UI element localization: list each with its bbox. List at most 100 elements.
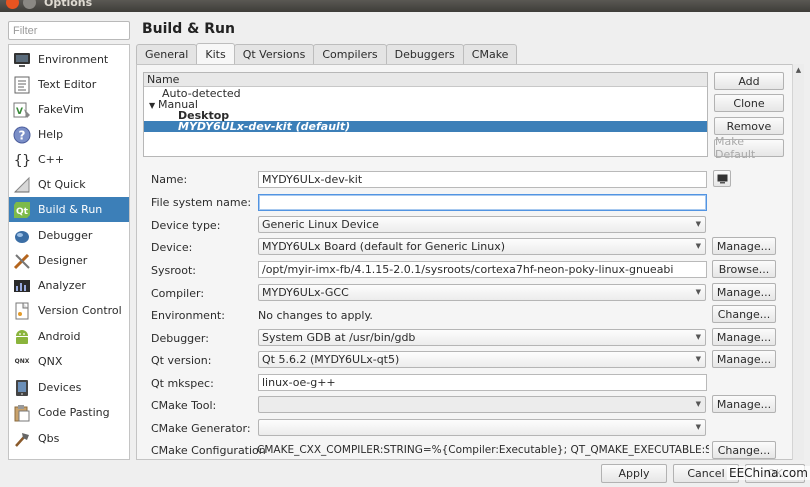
- qt-version-manage-button[interactable]: Manage...: [712, 350, 776, 368]
- sidebar-item-debugger[interactable]: Debugger: [9, 223, 129, 248]
- compiler-label: Compiler:: [151, 287, 205, 300]
- name-input[interactable]: MYDY6ULx-dev-kit: [258, 171, 707, 188]
- sidebar-item-label: Android: [38, 330, 81, 343]
- cmake-tool-manage-button[interactable]: Manage...: [712, 395, 776, 413]
- sidebar-item-label: Qbs: [38, 432, 60, 445]
- android-icon: [12, 327, 32, 347]
- cmake-generator-label: CMake Generator:: [151, 422, 251, 435]
- scroll-up-arrow-icon[interactable]: ▲: [793, 64, 804, 76]
- tree-row-mydy6ulx-kit[interactable]: MYDY6ULx-dev-kit (default): [144, 121, 707, 132]
- watermark-text: EEChina.com: [727, 466, 810, 480]
- options-tabs: General Kits Qt Versions Compilers Debug…: [136, 43, 518, 64]
- tab-general[interactable]: General: [136, 44, 198, 64]
- sidebar-item-android[interactable]: Android: [9, 324, 129, 349]
- device-manage-button[interactable]: Manage...: [712, 237, 776, 255]
- remove-kit-button[interactable]: Remove: [714, 117, 784, 135]
- cmake-generator-select[interactable]: ▼: [258, 419, 706, 436]
- page-title: Build & Run: [142, 21, 235, 37]
- window-minimize-button[interactable]: [23, 0, 36, 9]
- svg-text:{}: {}: [14, 153, 31, 169]
- sidebar-item-help[interactable]: ? Help: [9, 122, 129, 147]
- sidebar-item-label: Qt Quick: [38, 178, 86, 191]
- svg-text:Qt: Qt: [16, 207, 29, 217]
- clone-kit-button[interactable]: Clone: [714, 94, 784, 112]
- chevron-down-icon: ▼: [695, 355, 701, 363]
- sidebar-item-cpp[interactable]: {} C++: [9, 147, 129, 172]
- window-close-button[interactable]: [6, 0, 19, 9]
- tree-header-name[interactable]: Name: [144, 73, 707, 87]
- window-title: Options: [44, 0, 93, 9]
- tree-row-label: MYDY6ULx-dev-kit (default): [178, 120, 351, 133]
- sidebar-item-fakevim[interactable]: V FakeVim: [9, 97, 129, 122]
- version-control-icon: [12, 301, 32, 321]
- sidebar-item-environment[interactable]: Environment: [9, 47, 129, 72]
- kits-tree[interactable]: Name Auto-detected ▼ Manual Desktop MYDY6…: [143, 72, 708, 157]
- tab-qt-versions[interactable]: Qt Versions: [233, 44, 315, 64]
- sidebar-item-label: Devices: [38, 381, 82, 394]
- debugger-icon: [12, 226, 32, 246]
- cmake-config-label: CMake Configuration: [151, 444, 266, 457]
- svg-text:?: ?: [19, 128, 26, 142]
- sidebar-item-version-control[interactable]: Version Control: [9, 298, 129, 323]
- fakevim-icon: V: [12, 100, 32, 120]
- qt-version-select[interactable]: Qt 5.6.2 (MYDY6ULx-qt5) ▼: [258, 351, 706, 368]
- sidebar-item-label: FakeVim: [38, 103, 84, 116]
- text-editor-icon: [12, 75, 32, 95]
- sidebar-item-qbs[interactable]: Qbs: [9, 426, 129, 451]
- sidebar-item-label: Version Control: [38, 304, 122, 317]
- sidebar-item-build-run[interactable]: Qt Build & Run: [9, 197, 129, 222]
- sysroot-label: Sysroot:: [151, 264, 196, 277]
- filter-input[interactable]: [8, 21, 130, 40]
- fs-name-input[interactable]: [258, 194, 707, 211]
- make-default-button[interactable]: Make Default: [714, 135, 784, 161]
- monitor-icon: [12, 50, 32, 70]
- device-select[interactable]: MYDY6ULx Board (default for Generic Linu…: [258, 238, 706, 255]
- chevron-down-icon: ▼: [695, 288, 701, 296]
- sidebar-item-text-editor[interactable]: Text Editor: [9, 72, 129, 97]
- cmake-config-value: CMAKE_CXX_COMPILER:STRING=%{Compiler:Exe…: [257, 444, 709, 456]
- qt-mkspec-label: Qt mkspec:: [151, 377, 214, 390]
- sidebar-item-label: Analyzer: [38, 279, 86, 292]
- qt-version-label: Qt version:: [151, 354, 212, 367]
- name-label: Name:: [151, 173, 188, 186]
- tab-kits[interactable]: Kits: [196, 43, 235, 64]
- tab-debuggers[interactable]: Debuggers: [385, 44, 464, 64]
- add-kit-button[interactable]: Add: [714, 72, 784, 90]
- cmake-tool-select[interactable]: ▼: [258, 396, 706, 413]
- qnx-icon: QNX: [14, 358, 30, 365]
- chevron-down-icon: ▼: [695, 333, 701, 341]
- sidebar-item-analyzer[interactable]: Analyzer: [9, 273, 129, 298]
- sidebar-item-qnx[interactable]: QNX QNX: [9, 349, 129, 374]
- tab-cmake[interactable]: CMake: [462, 44, 518, 64]
- apply-button[interactable]: Apply: [601, 464, 667, 483]
- debugger-label: Debugger:: [151, 332, 209, 345]
- sysroot-browse-button[interactable]: Browse...: [712, 260, 776, 278]
- sidebar-item-code-pasting[interactable]: Code Pasting: [9, 400, 129, 425]
- sidebar-item-label: Environment: [38, 53, 109, 66]
- qt-quick-icon: [12, 175, 32, 195]
- sidebar-item-designer[interactable]: Designer: [9, 248, 129, 273]
- sysroot-input[interactable]: /opt/myir-imx-fb/4.1.15-2.0.1/sysroots/c…: [258, 261, 707, 278]
- compiler-select[interactable]: MYDY6ULx-GCC ▼: [258, 284, 706, 301]
- options-sidebar: Environment Text Editor V FakeVim ? Help…: [8, 44, 130, 460]
- sidebar-item-label: Build & Run: [38, 203, 103, 216]
- tab-compilers[interactable]: Compilers: [313, 44, 387, 64]
- environment-change-button[interactable]: Change...: [712, 305, 776, 323]
- device-type-value: Generic Linux Device: [262, 218, 379, 231]
- debugger-manage-button[interactable]: Manage...: [712, 328, 776, 346]
- cmake-config-change-button[interactable]: Change...: [712, 441, 776, 459]
- debugger-select[interactable]: System GDB at /usr/bin/gdb ▼: [258, 329, 706, 346]
- qt-mkspec-input[interactable]: linux-oe-g++: [258, 374, 707, 391]
- device-type-label: Device type:: [151, 219, 221, 232]
- panel-scrollbar[interactable]: ▲: [792, 64, 804, 460]
- cmake-tool-label: CMake Tool:: [151, 399, 217, 412]
- device-type-select[interactable]: Generic Linux Device ▼: [258, 216, 706, 233]
- tree-row-auto-detected[interactable]: Auto-detected: [144, 88, 707, 99]
- analyzer-icon: [12, 276, 32, 296]
- compiler-manage-button[interactable]: Manage...: [712, 283, 776, 301]
- sidebar-item-devices[interactable]: Devices: [9, 375, 129, 400]
- kit-icon-button[interactable]: [713, 170, 731, 187]
- chevron-down-icon: ▼: [695, 242, 701, 250]
- device-label: Device:: [151, 241, 193, 254]
- sidebar-item-qt-quick[interactable]: Qt Quick: [9, 172, 129, 197]
